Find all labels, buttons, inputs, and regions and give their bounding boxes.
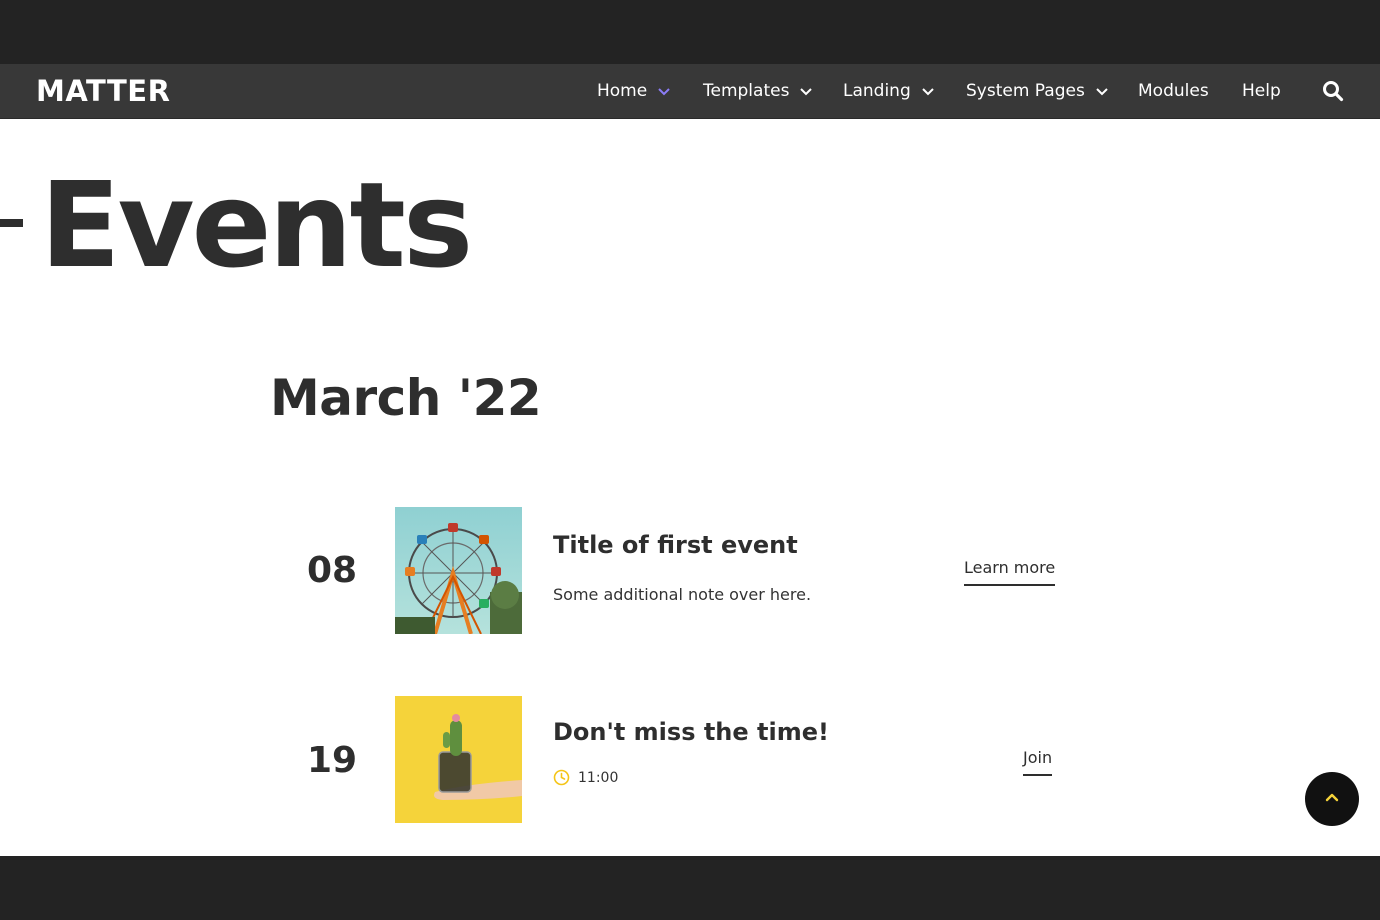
nav-item-label: Help — [1242, 81, 1281, 101]
event-item: 19 Don't miss the time! 11:00 Join — [0, 696, 1380, 823]
top-bar — [0, 0, 1380, 64]
chevron-down-icon — [1095, 84, 1109, 98]
main-navbar: MATTER Home Templates Landing System Pag… — [0, 64, 1380, 119]
page-title: Events — [40, 156, 473, 294]
chevron-down-icon — [799, 84, 813, 98]
nav-item-modules[interactable]: Modules — [1138, 79, 1209, 103]
learn-more-link[interactable]: Learn more — [964, 557, 1056, 586]
nav-item-label: Templates — [703, 81, 790, 101]
chevron-down-icon — [921, 84, 935, 98]
site-logo[interactable]: MATTER — [36, 75, 170, 107]
clock-icon — [553, 769, 570, 786]
event-day: 19 — [306, 740, 358, 781]
title-decoration-dash — [0, 219, 23, 227]
event-title[interactable]: Don't miss the time! — [553, 717, 829, 747]
event-title[interactable]: Title of first event — [553, 530, 798, 560]
event-note: Some additional note over here. — [553, 585, 812, 604]
chevron-down-icon — [657, 84, 671, 98]
event-time-text: 11:00 — [578, 769, 619, 786]
nav-item-label: Home — [597, 81, 648, 101]
month-heading: March '22 — [270, 369, 542, 427]
chevron-up-icon — [1324, 789, 1340, 809]
event-day: 08 — [306, 550, 358, 591]
cactus-image[interactable] — [395, 696, 522, 823]
nav-item-label: Landing — [843, 81, 911, 101]
nav-item-landing[interactable]: Landing — [843, 79, 935, 103]
join-link[interactable]: Join — [1023, 747, 1053, 776]
event-time: 11:00 — [553, 769, 618, 786]
nav-item-home[interactable]: Home — [597, 79, 671, 103]
event-item: 08 Title of first event Some additional … — [0, 507, 1380, 634]
nav-item-templates[interactable]: Templates — [703, 79, 813, 103]
nav-item-help[interactable]: Help — [1242, 79, 1281, 103]
nav-item-label: Modules — [1138, 81, 1209, 101]
footer — [0, 856, 1380, 920]
ferris-wheel-image[interactable] — [395, 507, 522, 634]
nav-item-label: System Pages — [966, 81, 1085, 101]
search-icon[interactable] — [1322, 80, 1344, 102]
scroll-to-top-button[interactable] — [1305, 772, 1359, 826]
nav-item-system-pages[interactable]: System Pages — [966, 79, 1109, 103]
